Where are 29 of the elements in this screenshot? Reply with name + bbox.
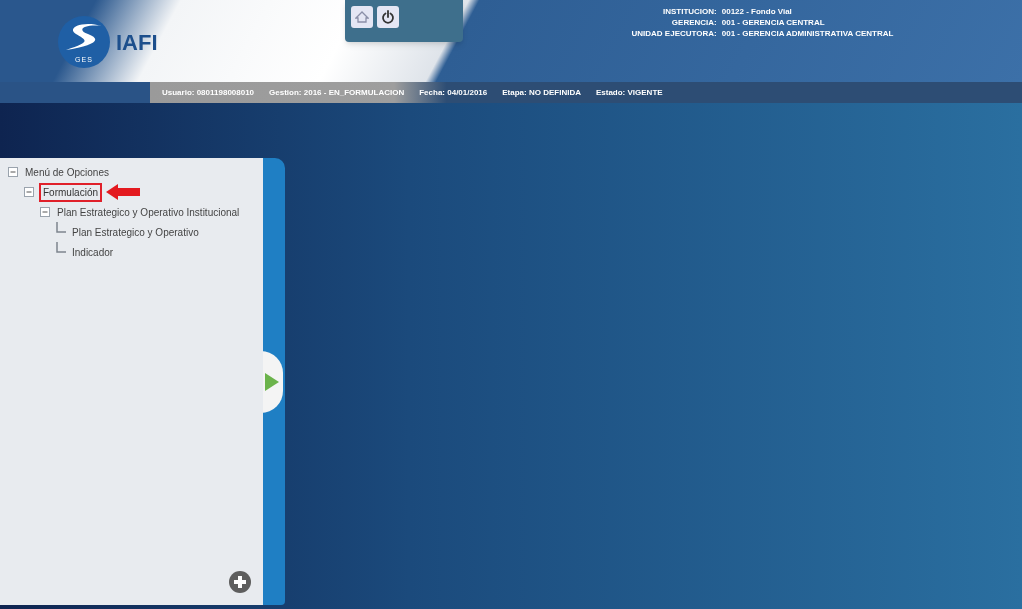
info-text: Etapa: NO DEFINIDA xyxy=(502,86,581,99)
field-value: 001 - GERENCIA ADMINISTRATIVA CENTRAL xyxy=(721,28,894,39)
field-label: GERENCIA: xyxy=(670,17,717,28)
collapse-icon[interactable] xyxy=(8,166,19,178)
arrow-icon xyxy=(106,184,141,200)
field-label: UNIDAD EJECUTORA: xyxy=(631,28,717,39)
collapse-icon[interactable] xyxy=(24,186,35,198)
info-text: Gestion: 2016 - EN_FORMULACION xyxy=(269,86,405,99)
info-text: Usuario: 0801198008010 xyxy=(162,86,255,99)
collapse-icon[interactable] xyxy=(40,206,51,218)
logo-text: IAFI xyxy=(116,28,158,57)
power-icon xyxy=(381,10,395,24)
tree-line-icon xyxy=(56,242,66,253)
home-icon xyxy=(355,11,369,23)
add-icon[interactable] xyxy=(229,571,251,593)
power-button[interactable] xyxy=(377,6,399,28)
play-icon xyxy=(265,372,279,391)
field-value: 001 - GERENCIA CENTRAL xyxy=(721,17,826,28)
info-text: Estado: VIGENTE xyxy=(595,86,663,99)
menu-item[interactable]: Indicador xyxy=(70,244,116,260)
menu-item[interactable]: Menú de Opciones xyxy=(23,164,111,180)
field-label: INSTITUCION: xyxy=(661,6,717,17)
info-text: Fecha: 04/01/2016 xyxy=(419,86,488,99)
menu-item[interactable]: Formulación xyxy=(39,182,103,202)
field-value: 00122 - Fondo Vial xyxy=(721,6,793,17)
expand-button[interactable] xyxy=(261,350,283,413)
menu-item[interactable]: Plan Estrategico y Operativo Institucional xyxy=(55,204,242,220)
menu-item[interactable]: Plan Estrategico y Operativo xyxy=(70,224,201,240)
tree-line-icon xyxy=(56,222,66,233)
